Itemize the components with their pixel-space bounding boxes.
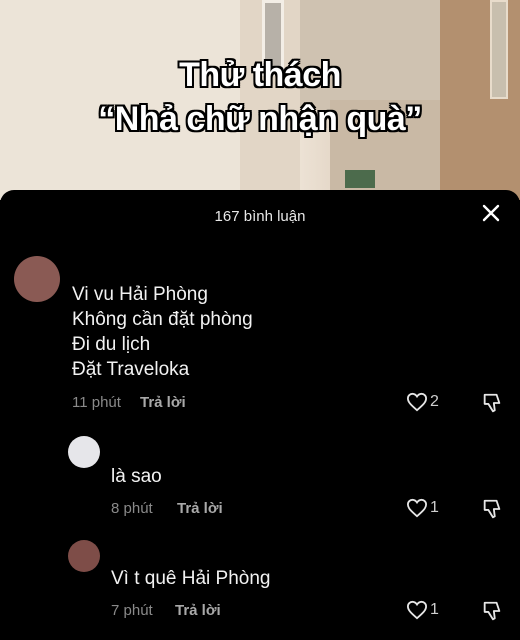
- dislike-icon[interactable]: [481, 600, 503, 622]
- avatar[interactable]: [14, 256, 60, 302]
- comment-line: là sao: [111, 466, 162, 487]
- like-button[interactable]: 1: [406, 498, 439, 518]
- reply-button[interactable]: Trả lời: [175, 602, 221, 619]
- comments-sheet: 167 bình luận Vi vu Hải Phòng Không cần …: [0, 190, 520, 640]
- heart-icon: [406, 600, 428, 620]
- like-count: 2: [430, 393, 439, 410]
- comment-time: 8 phút: [111, 500, 153, 517]
- heart-icon: [406, 498, 428, 518]
- comment-line: Đi du lịch: [72, 334, 151, 355]
- heart-icon: [406, 392, 428, 412]
- avatar[interactable]: [68, 540, 100, 572]
- comment-time: 7 phút: [111, 602, 153, 619]
- video-caption-line1: Thử thách: [179, 56, 341, 94]
- video-caption-line2: “Nhả chữ nhận quà”: [98, 100, 422, 138]
- reply-button[interactable]: Trả lời: [140, 394, 186, 411]
- comment-time: 11 phút: [72, 394, 121, 411]
- reply-button[interactable]: Trả lời: [177, 500, 223, 517]
- comment-line: Đặt Traveloka: [72, 359, 190, 380]
- comment-text: Vì t quê Hải Phòng: [111, 566, 271, 591]
- comment-line: Không cần đặt phòng: [72, 309, 253, 330]
- comment-count: 167 bình luận: [214, 208, 306, 225]
- dislike-icon[interactable]: [481, 498, 503, 520]
- avatar[interactable]: [68, 436, 100, 468]
- dislike-icon[interactable]: [481, 392, 503, 414]
- comment-text: Vi vu Hải Phòng Không cần đặt phòng Đi d…: [72, 282, 253, 382]
- like-button[interactable]: 2: [406, 392, 439, 412]
- like-count: 1: [430, 499, 439, 516]
- like-button[interactable]: 1: [406, 600, 439, 620]
- comment-line: Vì t quê Hải Phòng: [111, 568, 271, 589]
- comment-line: Vi vu Hải Phòng: [72, 284, 208, 305]
- close-icon[interactable]: [480, 202, 502, 224]
- comment-text: là sao: [111, 464, 162, 489]
- like-count: 1: [430, 601, 439, 618]
